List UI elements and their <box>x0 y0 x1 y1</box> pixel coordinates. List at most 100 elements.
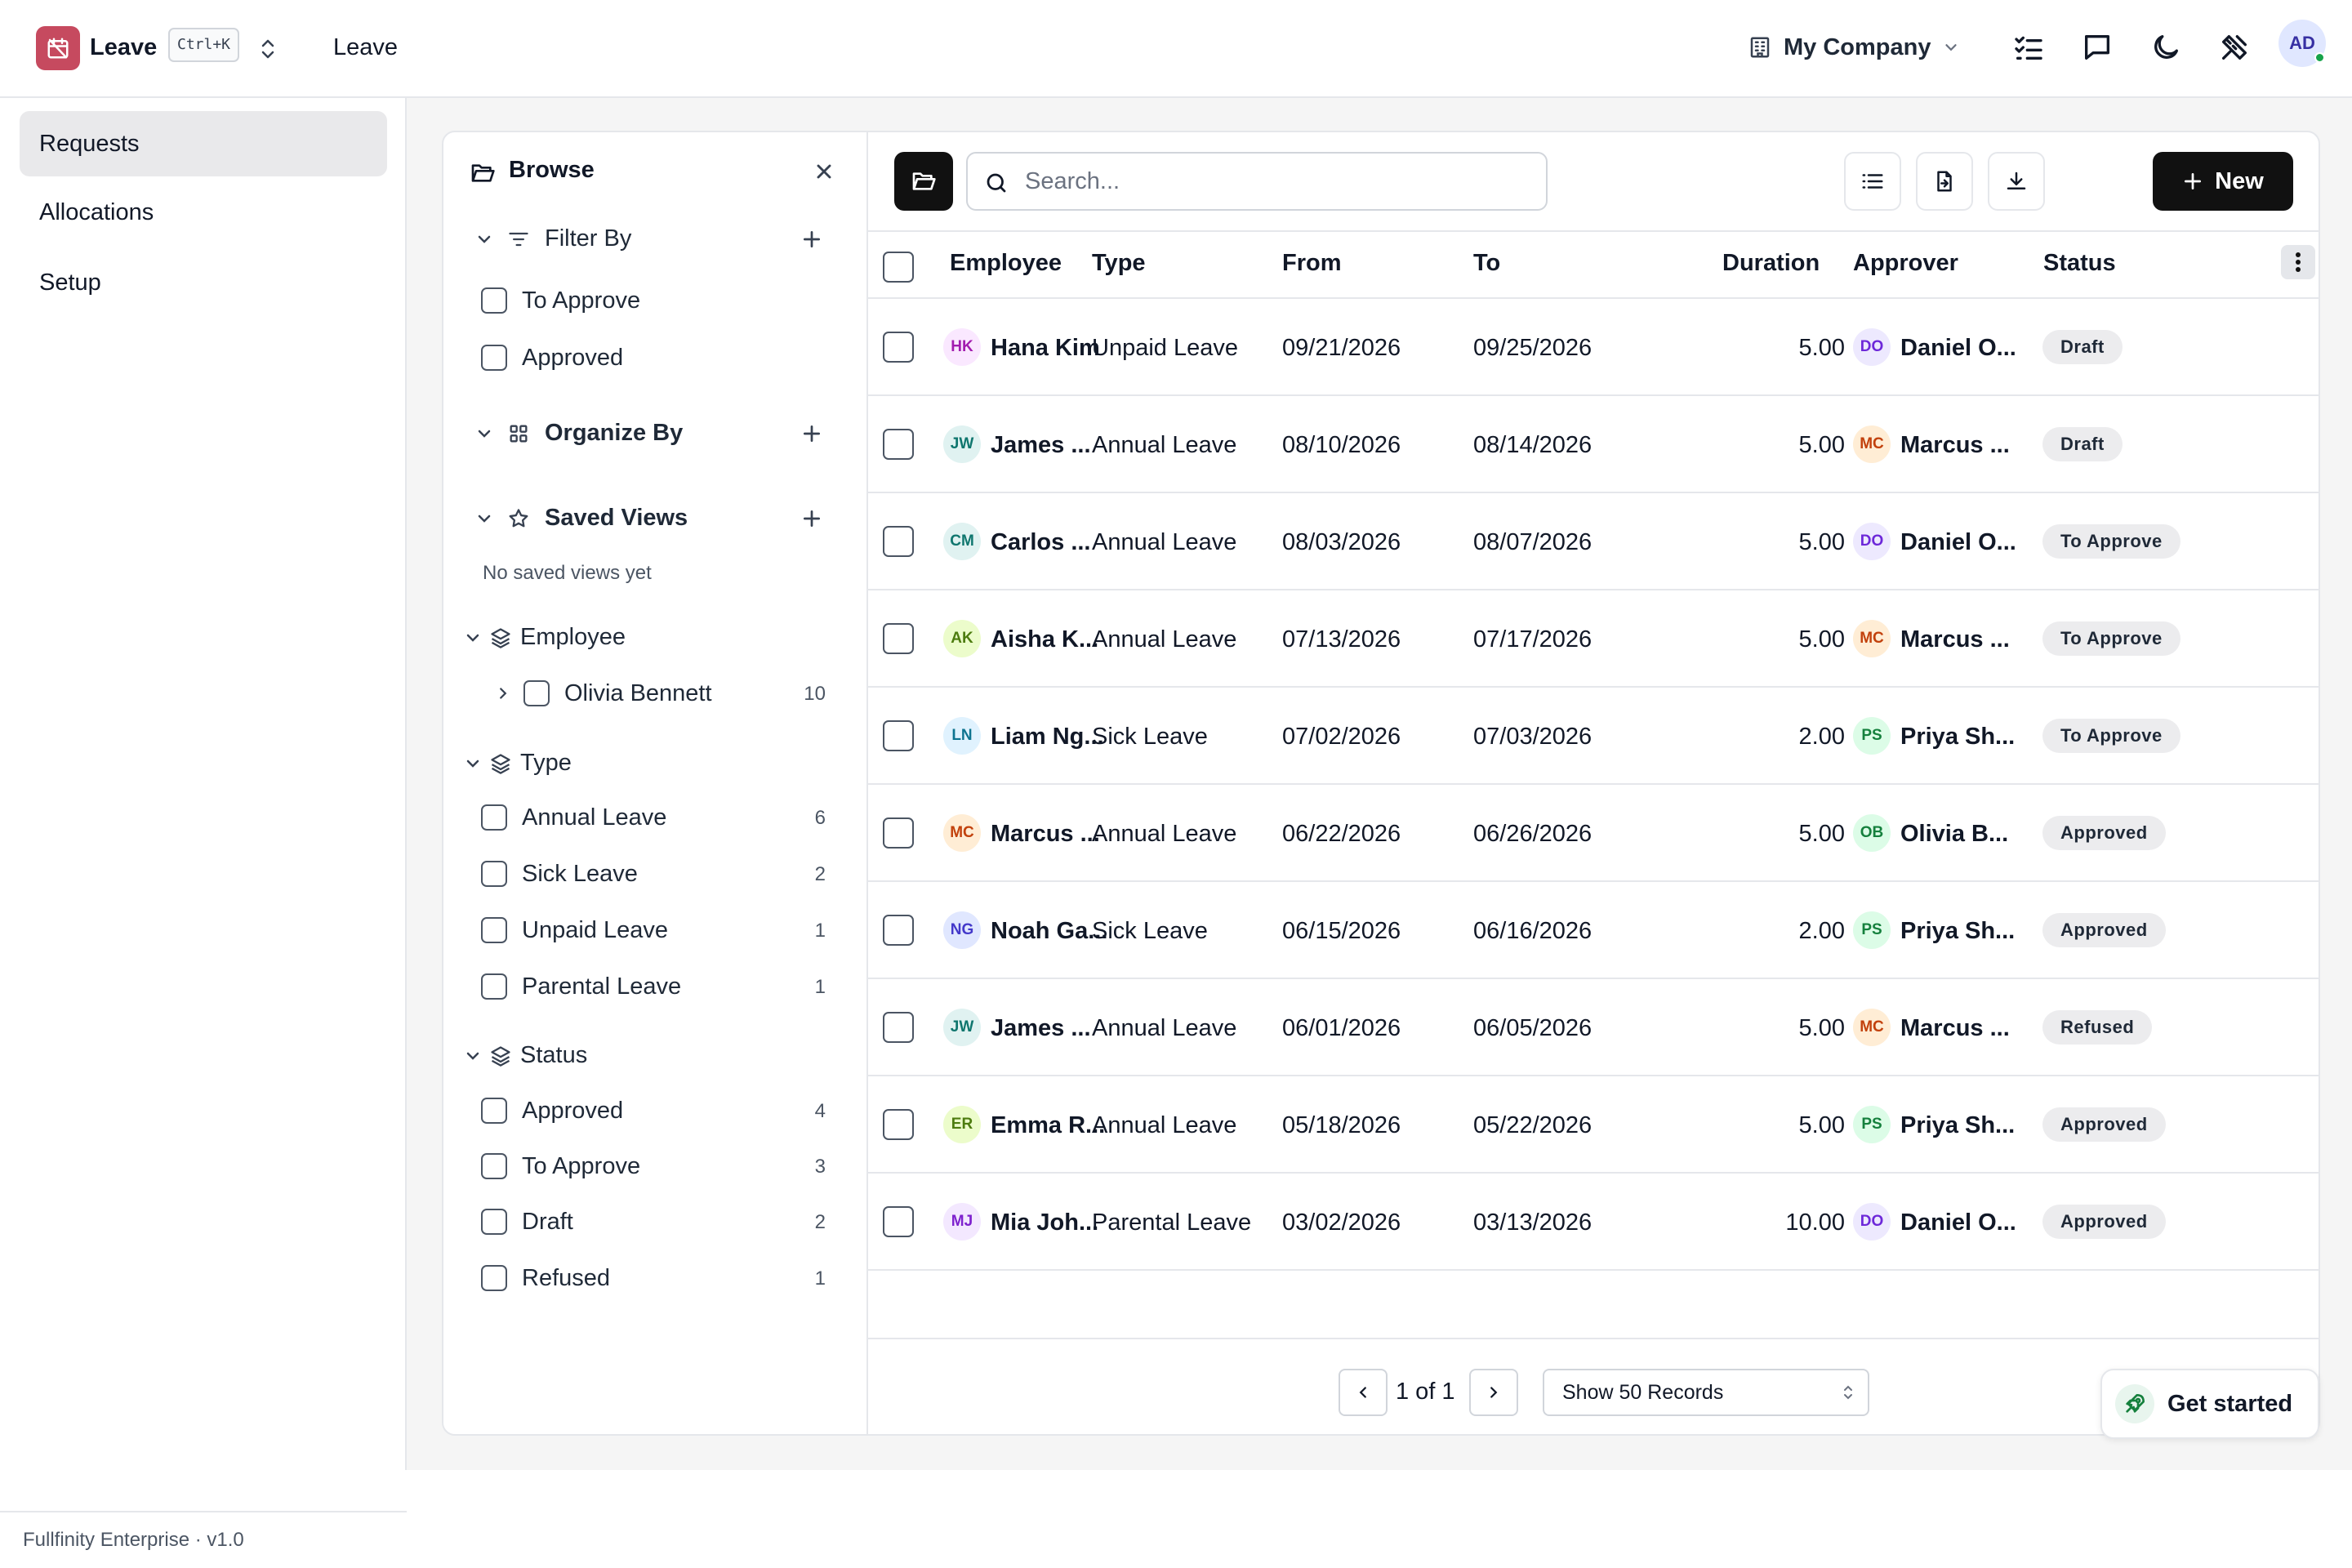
employee-name[interactable]: Mia Joh... <box>991 1209 1098 1236</box>
breadcrumb[interactable]: Leave <box>333 34 398 61</box>
table-row[interactable]: AK Aisha K... Annual Leave 07/13/2026 07/17/… <box>868 590 2319 688</box>
chevron-right-icon[interactable] <box>494 684 512 702</box>
new-request-button[interactable]: New <box>2153 152 2293 211</box>
page-size-select[interactable]: Show 50 Records <box>1543 1369 1869 1416</box>
company-name: My Company <box>1784 33 1931 60</box>
type-sick-leave-checkbox[interactable] <box>481 861 507 887</box>
table-row[interactable]: HK Hana Kim Unpaid Leave 09/21/2026 09/25/20… <box>868 299 2319 396</box>
column-header-to[interactable]: To <box>1473 250 1500 277</box>
type-annual-leave-checkbox[interactable] <box>481 804 507 831</box>
filter-to-approve-checkbox[interactable] <box>481 287 507 314</box>
approver-name[interactable]: Olivia B... <box>1900 821 2008 848</box>
version-footer: Fullfinity Enterprise · v1.0 <box>0 1511 407 1568</box>
status-group-header[interactable]: Status <box>463 1042 587 1069</box>
employee-group-header[interactable]: Employee <box>463 624 626 651</box>
sidebar-item-requests[interactable]: Requests <box>20 111 387 176</box>
filter-by-header[interactable]: Filter By <box>474 225 631 252</box>
import-button[interactable] <box>1916 152 1973 211</box>
row-checkbox[interactable] <box>883 332 914 363</box>
dark-mode-moon-icon[interactable] <box>2149 31 2182 64</box>
status-approved-checkbox[interactable] <box>481 1098 507 1124</box>
row-checkbox[interactable] <box>883 1012 914 1043</box>
approver-name[interactable]: Priya Sh... <box>1900 1112 2015 1139</box>
approver-name[interactable]: Daniel O... <box>1900 335 2016 362</box>
organize-by-header[interactable]: Organize By <box>474 420 683 447</box>
table-row[interactable]: LN Liam Ng... Sick Leave 07/02/2026 07/03/20… <box>868 688 2319 785</box>
add-group-plus-icon[interactable] <box>801 423 822 444</box>
chat-icon[interactable] <box>2081 31 2114 64</box>
status-to-approve-checkbox[interactable] <box>481 1153 507 1179</box>
status-draft-checkbox[interactable] <box>481 1209 507 1235</box>
app-name[interactable]: Leave <box>90 34 157 61</box>
employee-name[interactable]: Noah Ga... <box>991 918 1107 945</box>
type-parental-leave-checkbox[interactable] <box>481 973 507 1000</box>
status-refused-checkbox[interactable] <box>481 1265 507 1291</box>
prev-page-button[interactable] <box>1339 1369 1388 1416</box>
employee-name[interactable]: Carlos ... <box>991 529 1091 556</box>
table-row[interactable]: MJ Mia Joh... Parental Leave 03/02/2026 03/1… <box>868 1174 2319 1271</box>
approver-name[interactable]: Priya Sh... <box>1900 724 2015 751</box>
leave-app-logo-icon[interactable] <box>36 26 80 70</box>
row-checkbox[interactable] <box>883 1109 914 1140</box>
approver-name[interactable]: Daniel O... <box>1900 1209 2016 1236</box>
approver-name[interactable]: Marcus ... <box>1900 1015 2010 1042</box>
browse-toggle-button[interactable] <box>894 152 953 211</box>
employee-name[interactable]: Liam Ng... <box>991 724 1104 751</box>
column-header-status[interactable]: Status <box>2043 250 2116 277</box>
employee-name[interactable]: James ... <box>991 432 1091 459</box>
column-header-approver[interactable]: Approver <box>1853 250 1958 277</box>
export-button[interactable] <box>1988 152 2045 211</box>
employee-name[interactable]: Emma R... <box>991 1112 1105 1139</box>
approver-name[interactable]: Priya Sh... <box>1900 918 2015 945</box>
employee-olivia-bennett-checkbox[interactable] <box>523 680 550 706</box>
approver-name[interactable]: Daniel O... <box>1900 529 2016 556</box>
row-checkbox[interactable] <box>883 429 914 460</box>
column-header-from[interactable]: From <box>1282 250 1342 277</box>
table-row[interactable]: MC Marcus ... Annual Leave 06/22/2026 06/26/… <box>868 785 2319 882</box>
approver-name[interactable]: Marcus ... <box>1900 626 2010 653</box>
row-checkbox[interactable] <box>883 623 914 654</box>
employee-name[interactable]: Aisha K... <box>991 626 1098 653</box>
select-all-checkbox[interactable] <box>883 252 914 283</box>
table-row[interactable]: JW James ... Annual Leave 08/10/2026 08/14/2… <box>868 396 2319 493</box>
get-started-button[interactable]: Get started <box>2100 1369 2319 1439</box>
saved-views-header[interactable]: Saved Views <box>474 505 688 532</box>
column-header-duration[interactable]: Duration <box>1722 250 1820 277</box>
tools-icon[interactable] <box>2218 31 2251 64</box>
date-from: 07/02/2026 <box>1282 724 1401 750</box>
employee-avatar: AK <box>943 620 981 657</box>
column-options-kebab-icon[interactable] <box>2281 245 2315 279</box>
add-filter-plus-icon[interactable] <box>801 229 822 250</box>
filter-approved-checkbox[interactable] <box>481 345 507 371</box>
search-box[interactable] <box>966 152 1548 211</box>
row-checkbox[interactable] <box>883 915 914 946</box>
sidebar-item-setup[interactable]: Setup <box>20 250 387 315</box>
row-checkbox[interactable] <box>883 526 914 557</box>
app-switcher-chevron-icon[interactable] <box>258 36 278 62</box>
sidebar-item-allocations[interactable]: Allocations <box>20 180 387 245</box>
date-to: 07/03/2026 <box>1473 724 1592 750</box>
type-unpaid-leave-checkbox[interactable] <box>481 917 507 943</box>
table-row[interactable]: ER Emma R... Annual Leave 05/18/2026 05/22/2… <box>868 1076 2319 1174</box>
duration: 10.00 <box>1785 1209 1845 1236</box>
row-checkbox[interactable] <box>883 1206 914 1237</box>
column-header-employee[interactable]: Employee <box>950 250 1062 277</box>
close-icon[interactable] <box>813 160 835 183</box>
employee-name[interactable]: Marcus ... <box>991 821 1100 848</box>
employee-name[interactable]: James ... <box>991 1015 1091 1042</box>
company-switcher[interactable]: My Company <box>1748 29 1960 65</box>
row-checkbox[interactable] <box>883 817 914 849</box>
next-page-button[interactable] <box>1469 1369 1518 1416</box>
tasks-icon[interactable] <box>2012 31 2045 64</box>
type-group-header[interactable]: Type <box>463 750 572 777</box>
table-row[interactable]: CM Carlos ... Annual Leave 08/03/2026 08/07/… <box>868 493 2319 590</box>
list-view-button[interactable] <box>1844 152 1901 211</box>
employee-name[interactable]: Hana Kim <box>991 335 1100 362</box>
table-row[interactable]: JW James ... Annual Leave 06/01/2026 06/05/2… <box>868 979 2319 1076</box>
table-row[interactable]: NG Noah Ga... Sick Leave 06/15/2026 06/16/20… <box>868 882 2319 979</box>
add-saved-view-plus-icon[interactable] <box>801 508 822 529</box>
column-header-type[interactable]: Type <box>1092 250 1146 277</box>
approver-name[interactable]: Marcus ... <box>1900 432 2010 459</box>
search-input[interactable] <box>1025 154 1531 209</box>
row-checkbox[interactable] <box>883 720 914 751</box>
